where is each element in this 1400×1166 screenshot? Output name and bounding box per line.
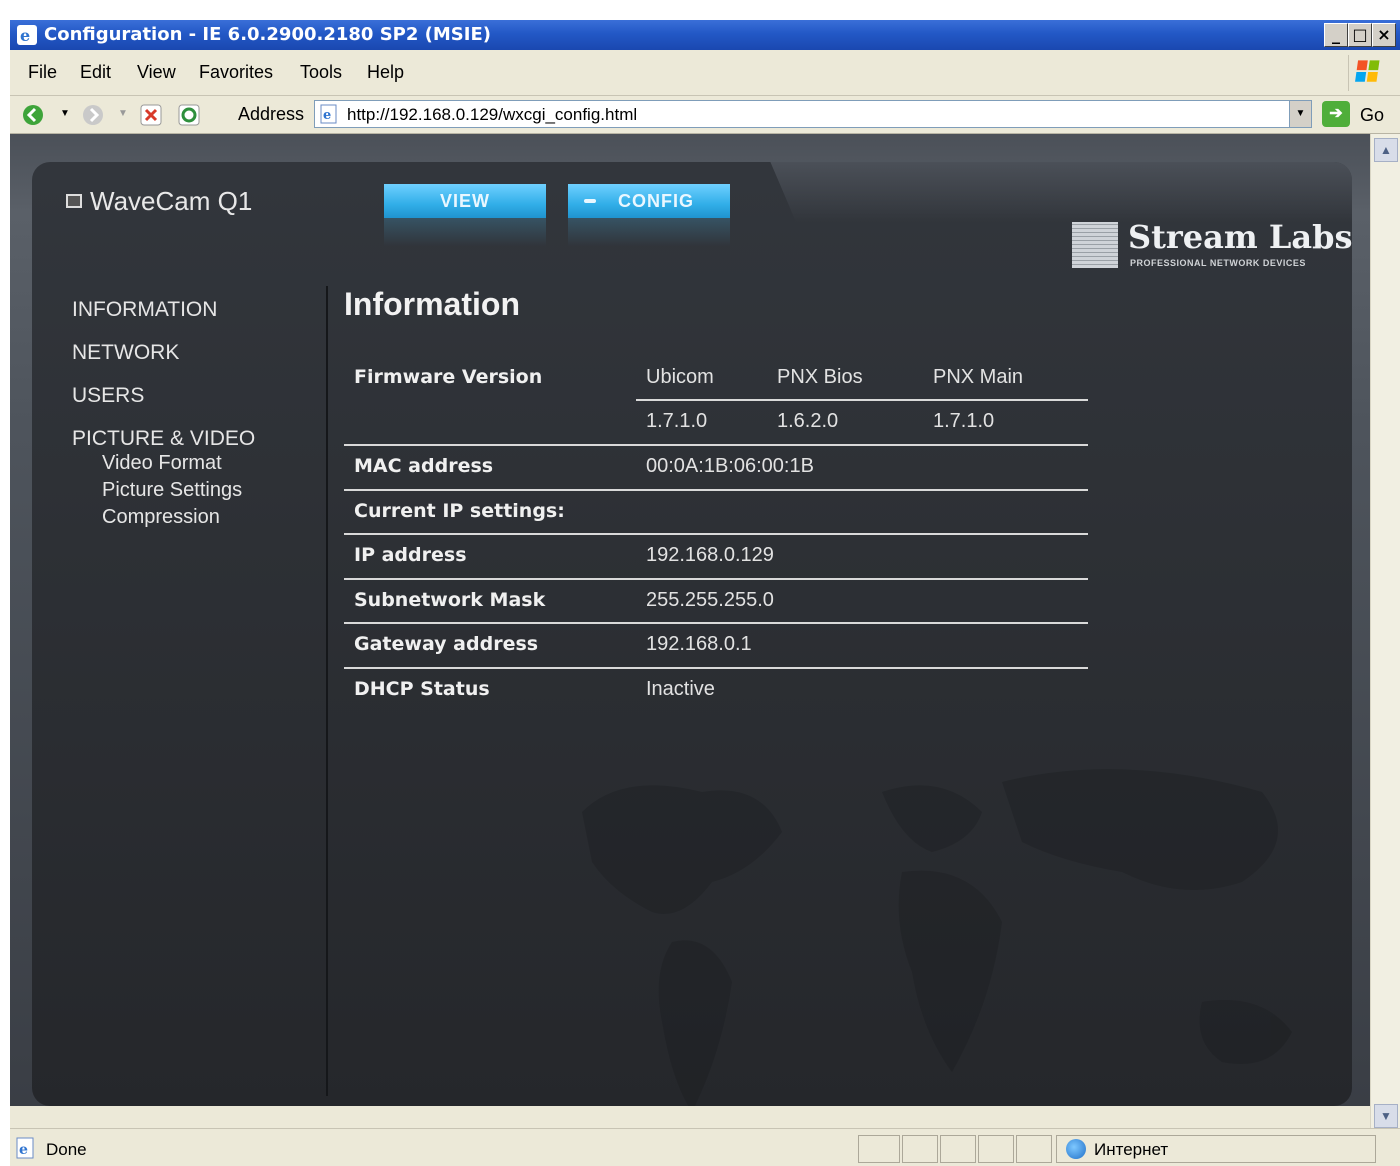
address-url: http://192.168.0.129/wxcgi_config.html [347,105,638,124]
gateway-value: 192.168.0.1 [646,633,752,655]
menu-bar: File Edit View Favorites Tools Help [10,50,1400,96]
tab-config-reflection [568,218,730,246]
device-name: WaveCam Q1 [66,186,252,217]
camera-icon [66,194,82,208]
firmware-column-pnx-main: PNX Main [933,366,1024,388]
svg-text:e: e [323,108,331,123]
svg-text:e: e [20,26,30,45]
subnet-mask-label: Subnetwork Mask [354,589,546,611]
divider [344,533,1088,535]
status-cell [940,1135,976,1163]
stop-icon[interactable] [140,104,162,126]
divider [344,444,1088,446]
ie-icon: e [17,25,37,45]
menu-help[interactable]: Help [367,62,404,83]
ip-address-label: IP address [354,544,467,566]
forward-icon[interactable] [82,104,104,126]
tab-config[interactable]: CONFIG [568,184,730,246]
page-bottom-strip [10,1106,1370,1128]
ip-address-value: 192.168.0.129 [646,544,774,566]
back-dropdown-icon[interactable]: ▼ [60,108,70,119]
windows-logo-icon [1348,55,1380,91]
sidebar-subitem-video-format[interactable]: Video Format [102,452,222,475]
sidebar-item-picture-video[interactable]: PICTURE & VIDEO [72,427,255,451]
tab-view-reflection [384,218,546,246]
internet-zone-icon [1066,1139,1086,1159]
firmware-column-pnx-bios: PNX Bios [777,366,863,388]
page-done-icon: e [16,1137,34,1159]
sidebar-divider [326,286,328,1096]
tab-view[interactable]: VIEW [384,184,546,246]
status-text: Done [46,1140,87,1159]
menu-file[interactable]: File [28,62,57,83]
window-controls: _ □ × [1324,23,1396,47]
divider [636,399,1088,401]
brand-logo: Stream Labs PROFESSIONAL NETWORK DEVICES [1072,218,1352,274]
current-ip-settings-label: Current IP settings: [354,500,565,522]
page-title: Information [344,286,520,322]
firmware-column-ubicom: Ubicom [646,366,714,388]
firmware-version-ubicom: 1.7.1.0 [646,410,708,432]
close-button[interactable]: × [1372,23,1396,47]
page-icon: e [320,104,337,124]
divider [344,489,1088,491]
address-dropdown-icon[interactable]: ▼ [1289,101,1311,127]
minimize-button[interactable]: _ [1324,23,1348,47]
address-label: Address [238,104,305,124]
gateway-label: Gateway address [354,633,539,655]
go-arrow-icon[interactable]: ➔ [1322,101,1350,127]
status-cell [1016,1135,1052,1163]
status-bar: e Done Интернет [10,1128,1400,1166]
menu-tools[interactable]: Tools [300,62,342,83]
menu-view[interactable]: View [137,62,176,83]
window-title-bar: e Configuration - IE 6.0.2900.2180 SP2 (… [10,20,1400,50]
world-map-icon [582,769,1292,1106]
subnet-mask-value: 255.255.255.0 [646,589,774,611]
brand-tagline: PROFESSIONAL NETWORK DEVICES [1130,258,1306,268]
camera-panel: WaveCam Q1 VIEW CONFIG Stream Labs PROFE… [32,162,1352,1106]
refresh-icon[interactable] [178,104,200,126]
sidebar-item-network[interactable]: NETWORK [72,341,179,365]
go-button[interactable]: Go [1360,105,1384,126]
sidebar-subitem-compression[interactable]: Compression [102,506,220,529]
sidebar-item-information[interactable]: INFORMATION [72,298,217,322]
svg-text:e: e [19,1142,28,1158]
forward-dropdown-icon[interactable]: ▼ [118,108,128,119]
tab-config-label: CONFIG [618,191,694,211]
status-cell [978,1135,1014,1163]
brand-name: Stream Labs [1128,218,1352,256]
address-toolbar: ▼ ▼ Address e http://192.168.0.129/wxcgi… [10,96,1400,134]
firmware-version-pnx-bios: 1.6.2.0 [777,410,839,432]
divider [344,622,1088,624]
device-name-label: WaveCam Q1 [90,186,253,216]
menu-favorites[interactable]: Favorites [199,62,273,83]
dhcp-status-label: DHCP Status [354,678,490,700]
tab-view-label: VIEW [439,191,490,211]
menu-edit[interactable]: Edit [80,62,111,83]
vertical-scrollbar[interactable]: ▲ ▼ [1370,134,1400,1128]
firmware-version-pnx-main: 1.7.1.0 [933,410,995,432]
mac-value: 00:0A:1B:06:00:1B [646,455,814,477]
security-zone-label: Интернет [1094,1140,1169,1159]
scroll-up-icon[interactable]: ▲ [1374,138,1398,162]
maximize-button[interactable]: □ [1348,23,1372,47]
status-cell [902,1135,938,1163]
scroll-down-icon[interactable]: ▼ [1374,1104,1398,1128]
status-cell [858,1135,900,1163]
sidebar-subitem-picture-settings[interactable]: Picture Settings [102,479,242,502]
mac-label: MAC address [354,455,494,477]
divider [344,667,1088,669]
firmware-label: Firmware Version [354,366,543,388]
divider [344,578,1088,580]
page-viewport: WaveCam Q1 VIEW CONFIG Stream Labs PROFE… [10,134,1370,1106]
dhcp-status-value: Inactive [646,678,715,700]
sidebar-item-users[interactable]: USERS [72,384,144,408]
back-icon[interactable] [22,104,44,126]
brand-grid-icon [1072,222,1118,268]
window-title: Configuration - IE 6.0.2900.2180 SP2 (MS… [44,24,491,45]
address-input[interactable]: e http://192.168.0.129/wxcgi_config.html… [314,100,1312,128]
